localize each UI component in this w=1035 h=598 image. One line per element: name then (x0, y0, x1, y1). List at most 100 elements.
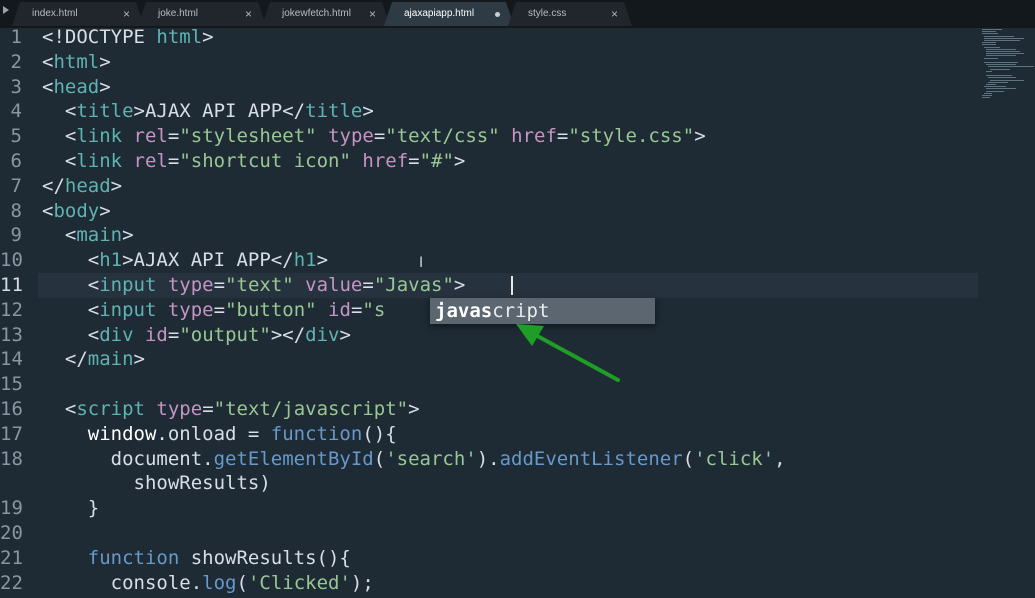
line-number: 16 (0, 398, 23, 420)
code-editor[interactable]: 1 2 3 4 5 6 7 8 9 10 11 12 13 14 15 16 17 18 19 20 21 22 <!DO… (0, 25, 1035, 598)
code-token: title (76, 100, 134, 123)
tab-4[interactable]: style.css × (508, 2, 632, 26)
sidebar-toggle-icon[interactable] (3, 6, 9, 14)
code-token: < (42, 125, 77, 148)
code-line[interactable]: function showResults(){ (42, 546, 351, 571)
code-token: > (362, 100, 374, 123)
tab-0[interactable]: index.html × (12, 2, 144, 26)
code-line[interactable]: <head> (42, 75, 111, 100)
minimap-line (986, 48, 1016, 50)
minimap-line (984, 57, 998, 59)
code-line[interactable]: <link rel="stylesheet" type="text/css" h… (42, 124, 706, 149)
code-token: > (339, 323, 351, 346)
tab-1[interactable]: joke.html × (138, 2, 266, 26)
code-token: = (408, 150, 420, 172)
code-token: "button" (225, 298, 317, 321)
code-token: = (362, 274, 374, 296)
close-icon[interactable]: × (245, 2, 252, 26)
code-token: "text" (225, 274, 294, 296)
code-token: div (305, 323, 340, 346)
code-token: rel (133, 125, 168, 148)
code-line[interactable]: <html> (42, 50, 111, 75)
code-token: h1 (293, 249, 317, 272)
code-token: > (122, 224, 134, 247)
code-token: body (53, 199, 100, 222)
code-token: > (202, 26, 214, 48)
minimap-line (982, 31, 996, 33)
code-token: "Javas" (373, 274, 454, 296)
line-number: 5 (10, 125, 22, 148)
line-number: 13 (0, 323, 23, 346)
code-token: > (99, 50, 111, 73)
code-line[interactable]: </main> (42, 347, 145, 372)
code-line[interactable]: <body> (42, 199, 111, 224)
code-token: getElementById (213, 447, 374, 470)
code-token: window (87, 422, 157, 445)
line-number: 8 (10, 199, 22, 222)
line-number: 6 (10, 150, 22, 172)
minimap-line (982, 29, 1002, 30)
tab-3[interactable]: ajaxapiapp.html (384, 2, 514, 26)
code-token: main (87, 348, 134, 371)
code-token: href (362, 150, 409, 172)
green-arrow-annotation-icon (516, 324, 620, 382)
code-token: = (213, 274, 226, 296)
code-line[interactable]: <link rel="shortcut icon" href="#"> (42, 149, 466, 174)
code-token: < (42, 224, 77, 247)
code-line[interactable]: <h1>AJAX API APP</h1> (42, 248, 328, 273)
tab-2[interactable]: jokewfetch.html × (262, 2, 390, 26)
code-token: type (167, 274, 214, 296)
minimap-line (982, 97, 990, 99)
code-token: ). (476, 447, 500, 470)
code-token: , (774, 447, 786, 470)
code-line[interactable]: document.getElementById('search').addEve… (42, 447, 786, 472)
code-line[interactable]: <div id="output"></div> (42, 323, 351, 348)
close-icon[interactable]: × (369, 2, 376, 26)
tab-label: jokewfetch.html (282, 8, 351, 19)
minimap-line (986, 51, 1020, 52)
code-line[interactable]: showResults) (42, 471, 271, 496)
code-token: < (42, 199, 54, 222)
line-number: 3 (10, 75, 22, 98)
code-line[interactable]: window.onload = function(){ (42, 422, 397, 447)
code-token: >AJAX API APP</ (122, 249, 294, 272)
code-token: 'click' (694, 447, 775, 470)
code-token: 'search' (385, 447, 477, 470)
minimap-line (986, 84, 996, 85)
code-line[interactable]: <input type="text" value="Javas"> (42, 273, 466, 298)
close-icon[interactable]: × (611, 2, 618, 26)
tab-label: ajaxapiapp.html (404, 8, 475, 19)
code-line[interactable]: <title>AJAX API APP</title> (42, 99, 374, 124)
code-token: > (99, 75, 111, 98)
code-line[interactable]: console.log('Clicked'); (42, 571, 374, 596)
code-token: link (76, 150, 123, 172)
code-token: ( (682, 447, 695, 470)
code-token: addEventListener (499, 447, 683, 470)
line-number: 17 (0, 422, 23, 445)
minimap-line (986, 88, 1016, 90)
code-token: id (144, 323, 168, 346)
code-line[interactable]: <script type="text/javascript"> (42, 397, 420, 422)
code-line[interactable]: <main> (42, 223, 134, 248)
code-line[interactable]: </head> (42, 174, 122, 199)
code-line[interactable]: <!DOCTYPE html> (42, 25, 214, 50)
code-token: > (453, 274, 466, 296)
code-token: </ (42, 348, 88, 371)
line-number: 21 (0, 546, 23, 569)
code-line[interactable]: } (42, 496, 99, 521)
code-token: < (42, 298, 100, 321)
code-token: value (305, 274, 363, 296)
unsaved-dot-icon[interactable] (495, 12, 500, 17)
minimap-line (986, 53, 1024, 55)
close-icon[interactable]: × (123, 2, 130, 26)
minimap[interactable] (980, 28, 1035, 118)
tab-label: style.css (528, 8, 567, 19)
autocomplete-match: javas (435, 300, 493, 322)
code-token: function (270, 422, 363, 445)
